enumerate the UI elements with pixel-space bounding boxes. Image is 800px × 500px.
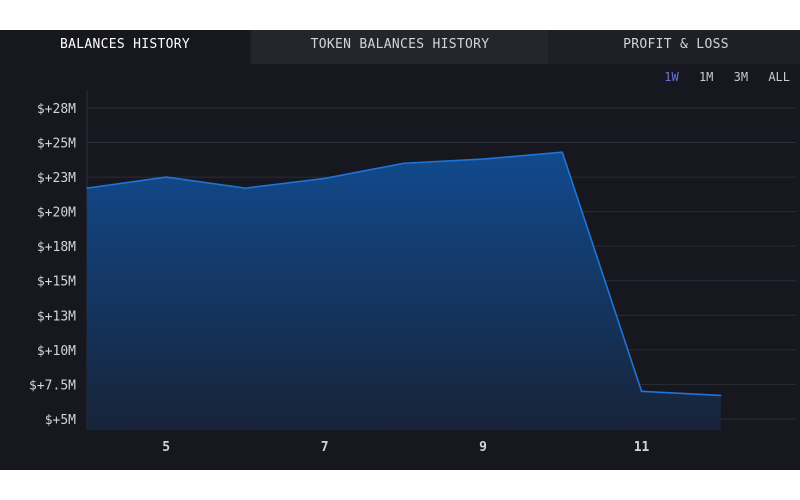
x-tick-label: 7 xyxy=(321,440,329,455)
balance-area-chart: $+5M $+7.5M $+10M $+13M $+15M $+18M $+20M $+23M… xyxy=(29,90,796,455)
area-series xyxy=(86,151,722,430)
x-tick-label: 5 xyxy=(162,440,170,455)
area-fill xyxy=(87,152,721,430)
y-tick-label: $+20M xyxy=(37,206,76,221)
data-point xyxy=(86,187,88,189)
x-tick-label: 11 xyxy=(634,440,650,455)
y-tick-label: $+10M xyxy=(37,344,76,359)
data-point xyxy=(165,176,168,178)
data-point xyxy=(719,394,722,397)
y-tick-label: $+28M xyxy=(37,102,76,117)
data-point xyxy=(482,158,484,160)
data-point xyxy=(561,151,564,153)
data-point xyxy=(403,162,405,165)
y-tick-label: $+5M xyxy=(45,413,76,428)
x-axis-ticks: 5 7 9 11 xyxy=(162,440,649,455)
data-point xyxy=(323,177,326,180)
y-tick-label: $+13M xyxy=(37,309,76,324)
y-tick-label: $+18M xyxy=(37,240,76,255)
y-tick-label: $+23M xyxy=(37,171,76,186)
y-tick-label: $+15M xyxy=(37,275,76,290)
y-axis-ticks: $+5M $+7.5M $+10M $+13M $+15M $+18M $+20M $+23M… xyxy=(29,102,76,428)
data-point xyxy=(244,187,247,189)
y-tick-label: $+25M xyxy=(37,137,76,152)
balances-panel: BALANCES HISTORY TOKEN BALANCES HISTORY … xyxy=(0,30,800,470)
y-tick-label: $+7.5M xyxy=(29,378,76,393)
x-tick-label: 9 xyxy=(479,440,487,455)
data-point xyxy=(640,390,643,393)
